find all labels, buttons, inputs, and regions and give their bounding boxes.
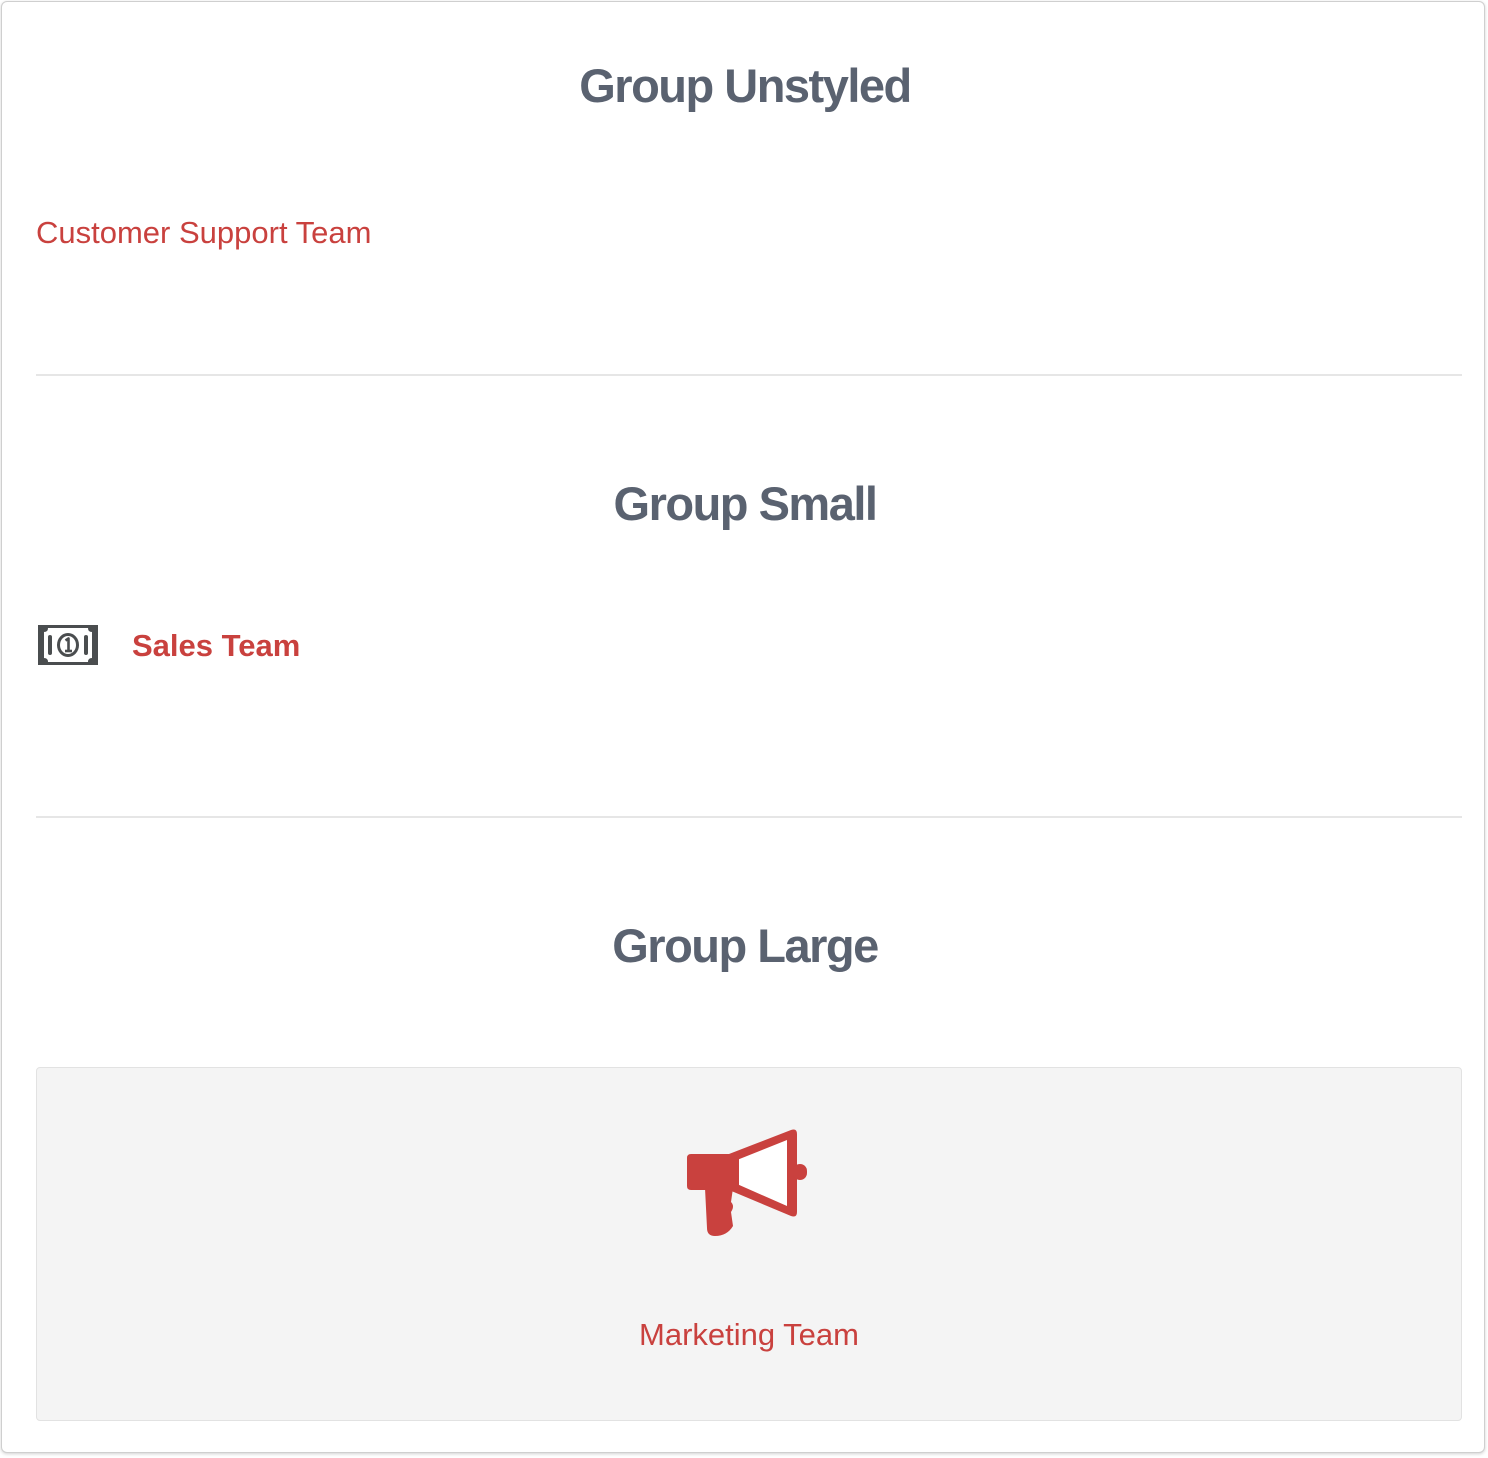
sales-team-item[interactable]: Sales Team [36,622,300,668]
customer-support-team-link[interactable]: Customer Support Team [36,214,371,251]
section-divider [36,816,1462,818]
group-unstyled-heading: Group Unstyled [579,59,912,112]
section-divider [36,374,1462,376]
marketing-team-label: Marketing Team [639,1317,859,1352]
sales-team-label: Sales Team [132,627,301,663]
main-card: Group Unstyled Customer Support Team Gro… [1,1,1485,1453]
megaphone-icon [687,1129,807,1236]
marketing-team-tile[interactable]: Marketing Team [36,1067,1462,1421]
group-large-heading: Group Large [612,919,879,972]
group-small-heading: Group Small [613,477,878,530]
money-bill-icon [38,625,98,665]
